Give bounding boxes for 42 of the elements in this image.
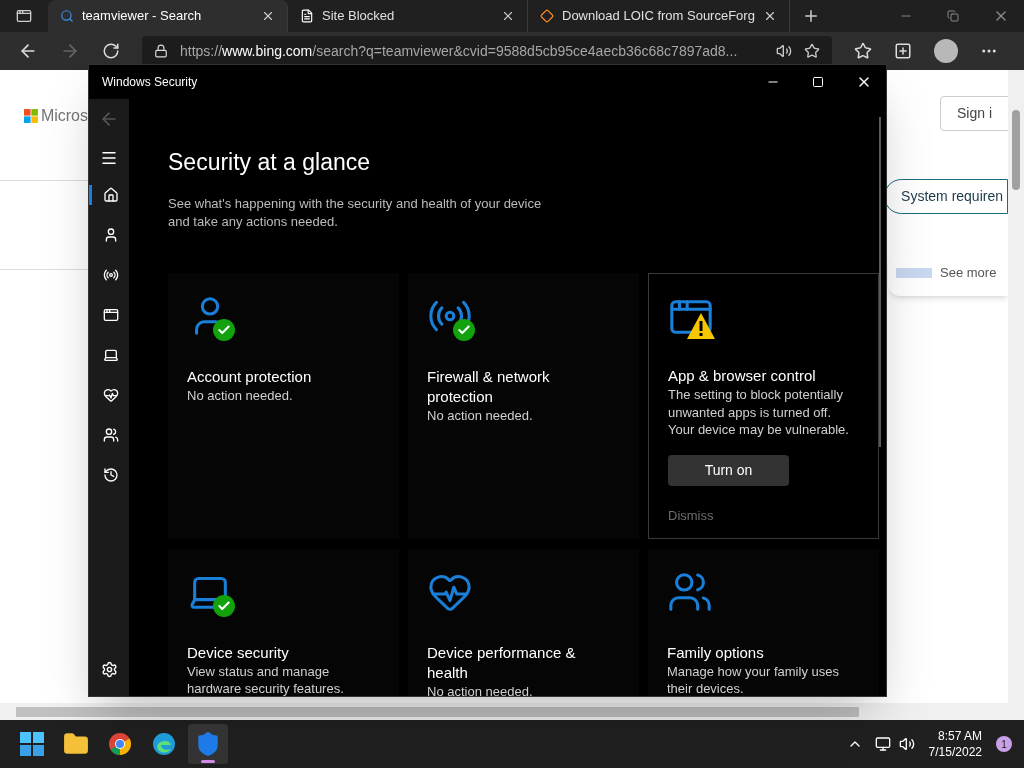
status-card[interactable]: Firewall & network protection No action needed. <box>408 272 639 539</box>
card-description: The setting to block potentially <box>668 386 844 404</box>
card-description: No action needed. <box>187 386 294 404</box>
see-more-card[interactable]: See more <box>888 250 1008 296</box>
status-card[interactable]: Device security View status and manage hardware security features. <box>168 548 399 696</box>
page-subtitle: and take any actions needed. <box>168 212 339 231</box>
card-title: health <box>427 662 469 683</box>
card-title: Family options <box>667 642 765 663</box>
card-title: Account protection <box>187 366 313 387</box>
tab-title: Download LOIC from SourceForg <box>562 7 755 26</box>
card-title: Device security <box>187 642 290 663</box>
card-description: View status and manage <box>187 662 331 680</box>
card-description: No action needed. <box>427 682 534 696</box>
card-description: Manage how your family uses <box>667 662 840 680</box>
alert-card[interactable]: App & browser control The setting to block potentially unwanted apps is turned off. Your device may be vulnerable. Turn on Dismiss <box>648 272 879 539</box>
turn-on-button[interactable]: Turn on <box>668 454 789 486</box>
card-description: Your device may be vulnerable. <box>668 421 850 439</box>
card-description: hardware security features. <box>187 680 345 696</box>
page-heading: Security at a glance <box>168 148 371 177</box>
card-title: App & browser control <box>668 366 817 387</box>
see-more-text: See more <box>940 264 997 283</box>
dismiss-link[interactable]: Dismiss <box>668 506 714 526</box>
card-description: their devices. <box>667 680 745 696</box>
card-description: unwanted apps is turned off. <box>668 403 833 422</box>
clock-time[interactable]: 8:57 AM <box>937 728 982 744</box>
status-card[interactable]: Device performance & health No action needed. <box>408 548 639 696</box>
card-title: Firewall & network <box>427 366 551 387</box>
notification-badge[interactable]: 1 <box>996 736 1012 752</box>
card-description: No action needed. <box>427 406 534 424</box>
url-text: https://www.bing.com/search?q=teamviewer&cvid=9588d5cb95ce4aecb36c68c7897ad8... <box>180 41 739 61</box>
tab-title: teamviewer - Search <box>82 7 203 26</box>
logo-text: Micros <box>40 106 88 126</box>
clock-date[interactable]: 7/15/2022 <box>928 744 982 760</box>
window-title: Windows Security <box>102 74 199 91</box>
card-title: Device performance & <box>427 642 577 663</box>
browser-tab[interactable]: teamviewer - Search <box>48 0 288 32</box>
page-subtitle: See what's happening with the security and health of your device <box>168 194 543 213</box>
status-card[interactable]: Account protection No action needed. <box>168 272 399 539</box>
tab-title: Site Blocked <box>322 7 396 26</box>
status-card[interactable]: Family options Manage how your family uses their devices. <box>648 548 879 696</box>
card-title: protection <box>427 386 494 407</box>
address-bar[interactable]: https://www.bing.com/search?q=teamviewer&cvid=9588d5cb95ce4aecb36c68c7897ad8... <box>142 36 832 66</box>
